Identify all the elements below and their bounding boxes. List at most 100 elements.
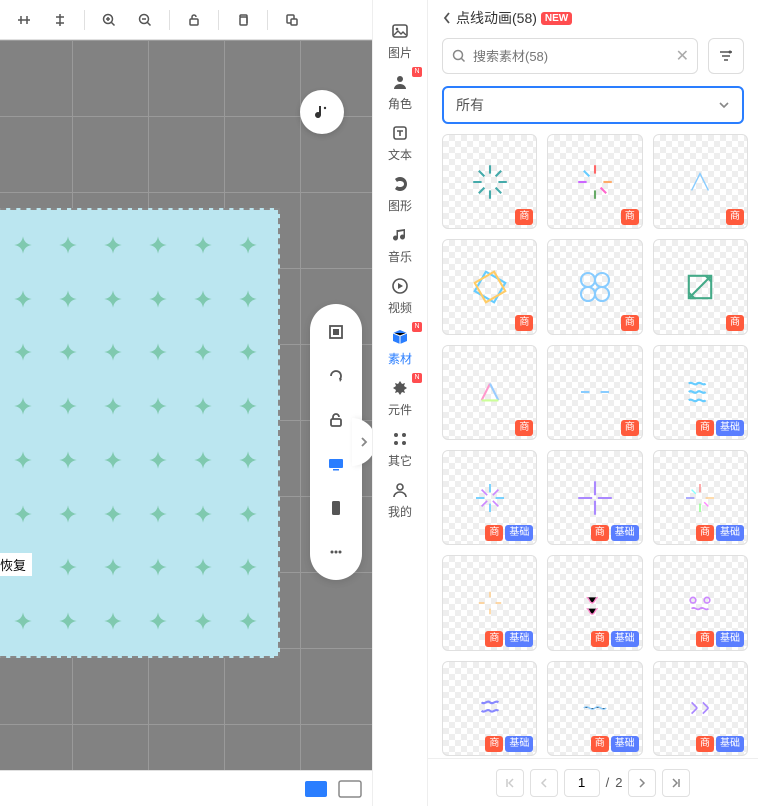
asset-badges: 商基础 [485,525,533,541]
asset-badges: 商基础 [696,631,744,647]
panel-header: 点线动画(58) NEW [428,0,758,32]
asset-item[interactable]: 商基础 [653,661,748,756]
selected-canvas-object[interactable]: 恢复 [0,208,280,658]
category-video[interactable]: 视频 [376,269,424,318]
badge-commercial: 商 [515,420,533,436]
page-next-button[interactable] [628,769,656,797]
page-total: 2 [615,775,622,790]
asset-item[interactable]: 商 [653,239,748,334]
asset-thumbnail [672,364,728,420]
shape-icon [389,173,411,195]
category-component[interactable]: N 元件 [376,371,424,420]
zoom-out-button[interactable] [129,4,161,36]
asset-badges: 商基础 [591,631,639,647]
category-label: 音乐 [388,248,412,265]
rotate-button[interactable] [318,358,354,394]
asset-item[interactable]: 商 [547,239,642,334]
badge-commercial: 商 [485,631,503,647]
badge-commercial: 商 [485,525,503,541]
category-music[interactable]: 音乐 [376,218,424,267]
asset-item[interactable]: 商 [442,345,537,440]
view-mode-filled-icon[interactable] [304,780,328,798]
badge-basic: 基础 [505,631,533,647]
category-label: 角色 [388,95,412,112]
badge-commercial: 商 [726,209,744,225]
unlock-button[interactable] [178,4,210,36]
badge-basic: 基础 [505,525,533,541]
paste-button[interactable] [276,4,308,36]
asset-badges: 商 [621,209,639,225]
view-mode-outline-icon[interactable] [338,780,362,798]
asset-thumbnail [672,259,728,315]
asset-item[interactable]: 商 [547,134,642,229]
clear-search-button[interactable]: ✕ [676,46,689,66]
badge-commercial: 商 [696,631,714,647]
badge-basic: 基础 [611,736,639,752]
badge-basic: 基础 [716,420,744,436]
page-prev-button[interactable] [530,769,558,797]
align-vertical-button[interactable] [44,4,76,36]
lock-button[interactable] [318,402,354,438]
back-button[interactable] [442,11,452,25]
category-other[interactable]: 其它 [376,422,424,471]
asset-item[interactable]: 商基础 [653,345,748,440]
align-horizontal-button[interactable] [8,4,40,36]
asset-thumbnail [462,364,518,420]
asset-badges: 商 [726,315,744,331]
asset-item[interactable]: 商基础 [442,450,537,545]
asset-item[interactable]: 商基础 [653,555,748,650]
search-box[interactable]: ✕ [442,38,698,74]
chevron-right-icon [359,435,369,449]
asset-item[interactable]: 商基础 [653,450,748,545]
category-label: 图形 [388,197,412,214]
page-first-button[interactable] [496,769,524,797]
asset-item[interactable]: 商基础 [442,555,537,650]
panel-title: 点线动画(58) [456,8,537,28]
page-input[interactable] [564,769,600,797]
category-material[interactable]: N 素材 [376,320,424,369]
separator [169,10,170,30]
toolbar-collapse-handle[interactable] [352,418,372,466]
copy-button[interactable] [227,4,259,36]
asset-thumbnail [567,154,623,210]
filter-button[interactable] [708,38,744,74]
chevron-left-icon [442,11,452,25]
more-button[interactable] [318,534,354,570]
category-label: 视频 [388,299,412,316]
asset-item[interactable]: 商基础 [547,661,642,756]
asset-item[interactable]: 商 [442,239,537,334]
separator [267,10,268,30]
category-mine[interactable]: 我的 [376,473,424,522]
badge-basic: 基础 [716,631,744,647]
video-icon [389,275,411,297]
category-shape[interactable]: 图形 [376,167,424,216]
new-dot: N [412,322,422,332]
asset-scroll[interactable]: 商 商 商 商 商 商 商 商 商基础 [428,134,758,758]
asset-item[interactable]: 商基础 [547,555,642,650]
asset-badges: 商 [621,420,639,436]
music-toggle-button[interactable] [300,90,344,134]
music-note-icon [312,102,332,122]
badge-commercial: 商 [591,631,609,647]
asset-item[interactable]: 商基础 [442,661,537,756]
search-input[interactable] [473,49,670,64]
fullscreen-button[interactable] [318,314,354,350]
mobile-view-button[interactable] [318,490,354,526]
desktop-view-button[interactable] [318,446,354,482]
zoom-in-button[interactable] [93,4,125,36]
asset-item[interactable]: 商 [653,134,748,229]
badge-commercial: 商 [621,209,639,225]
category-select[interactable]: 所有 [442,86,744,124]
category-image[interactable]: 图片 [376,14,424,63]
asset-item[interactable]: 商 [547,345,642,440]
asset-item[interactable]: 商 [442,134,537,229]
canvas-viewport[interactable]: 恢复 [0,40,372,806]
asset-item[interactable]: 商基础 [547,450,642,545]
new-dot: N [412,67,422,77]
category-character[interactable]: N 角色 [376,65,424,114]
page-last-button[interactable] [662,769,690,797]
search-row: ✕ [428,32,758,80]
pagination: / 2 [428,758,758,806]
category-text[interactable]: 文本 [376,116,424,165]
category-label: 文本 [388,146,412,163]
